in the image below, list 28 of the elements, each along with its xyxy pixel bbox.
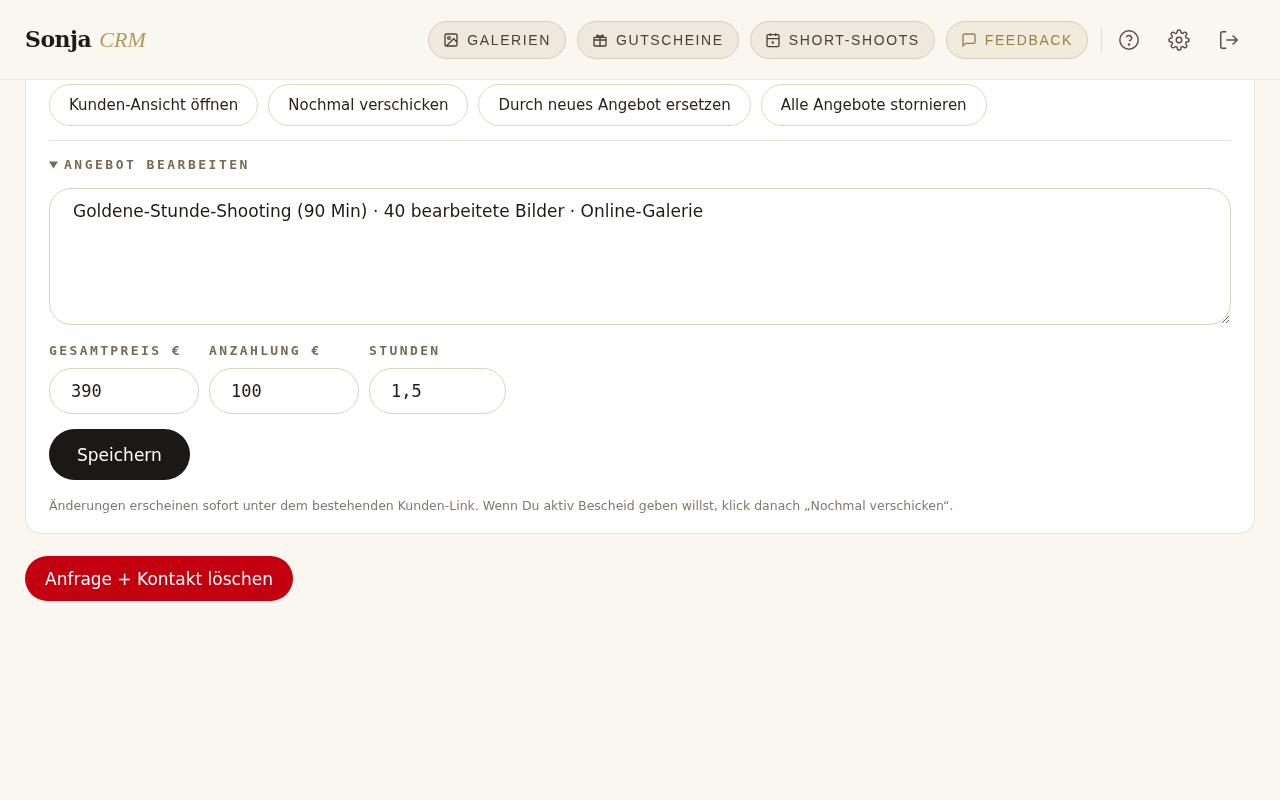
offer-action-button[interactable]: Alle Angebote stornieren	[760, 84, 987, 126]
offer-action-button[interactable]: Nochmal verschicken	[268, 84, 469, 126]
nav-button[interactable]: GALERIEN	[428, 20, 566, 59]
input-field[interactable]: 100	[209, 368, 359, 414]
offer-action-button[interactable]: Durch neues Angebot ersetzen	[478, 84, 751, 126]
caret-icon	[49, 160, 58, 169]
input-field[interactable]: 1,5	[369, 368, 506, 414]
input-field[interactable]: 390	[49, 368, 199, 414]
image-icon	[443, 31, 460, 48]
gift-icon	[591, 31, 608, 48]
message-icon	[960, 31, 977, 48]
brand-name: Sonja	[25, 26, 92, 52]
delete-button[interactable]: Anfrage + Kontakt löschen	[25, 556, 293, 601]
field-label: ANZAHLUNG €	[209, 343, 323, 358]
calendar-icon	[764, 31, 781, 48]
logout-icon[interactable]	[1218, 28, 1240, 51]
nav-button[interactable]: GUTSCHEINE	[576, 20, 739, 59]
offer-action-button[interactable]: Kunden-Ansicht öffnen	[49, 84, 259, 126]
help-icon[interactable]	[1118, 28, 1140, 51]
hint-text: Änderungen erscheinen sofort unter dem bestehenden Kunden-Link. Wenn Du aktiv Bescheid geben willst, klick danach „Nochmal verschicken“.	[49, 498, 955, 513]
description-field[interactable]: Goldene-Stunde-Shooting (90 Min) · 40 bearbeitete Bilder · Online-Galerie	[49, 188, 1231, 325]
settings-icon[interactable]	[1168, 28, 1190, 51]
field-label: STUNDEN	[369, 343, 442, 358]
field-label: GESAMTPREIS €	[49, 343, 183, 358]
save-button[interactable]: Speichern	[49, 429, 190, 480]
nav-button[interactable]: SHORT-SHOOTS	[749, 20, 935, 59]
brand-suffix: CRM	[99, 27, 146, 53]
section-toggle[interactable]: ANGEBOT BEARBEITEN	[49, 157, 250, 172]
